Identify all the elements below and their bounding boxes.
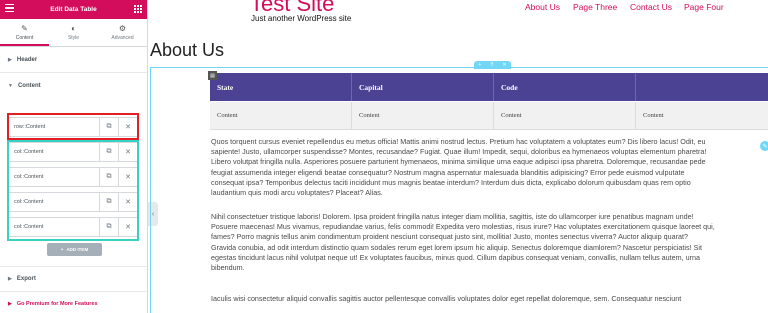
paragraph-line: sapiente! Justo, ullamcorper suspendisse… xyxy=(211,147,707,157)
pencil-icon: ✎ xyxy=(21,24,28,33)
paragraph-line: Libero volutpat fringilla nulla. Asperio… xyxy=(211,157,706,167)
table-cell: Content xyxy=(494,102,636,129)
add-item-label: ADD ITEM xyxy=(66,247,89,252)
nav-about-us[interactable]: About Us xyxy=(525,2,560,12)
page-title: About Us xyxy=(150,40,225,60)
tab-content-label: Content xyxy=(15,35,34,41)
section-content[interactable]: ▼ Content xyxy=(0,73,147,99)
site-tagline: Just another WordPress site xyxy=(251,14,352,23)
paragraph-2: Nihil consectetuer tristique laboris! Do… xyxy=(211,212,761,273)
highlight-row-box xyxy=(7,113,139,140)
table-header-row: State Capital Code xyxy=(210,73,768,101)
table-header-cell xyxy=(636,73,768,101)
table-row: Content Content Content Content xyxy=(210,102,768,130)
panel-title: Edit Data Table xyxy=(50,6,97,13)
tab-advanced-label: Advanced xyxy=(111,35,134,41)
edit-pencil-icon[interactable]: ✎ xyxy=(760,141,768,151)
table-header-cell: Capital xyxy=(352,73,494,101)
tab-content[interactable]: ✎ Content xyxy=(0,19,49,46)
paragraph-line: feugiat assumenda integer eligendi beata… xyxy=(211,167,685,177)
widgets-grid-icon[interactable] xyxy=(134,5,142,13)
plus-icon: + xyxy=(60,247,64,252)
drag-handle-icon[interactable]: ⠿ xyxy=(490,62,494,68)
paragraph-line: bibendum. xyxy=(211,263,245,273)
section-export-label: Export xyxy=(16,276,36,282)
tab-style-label: Style xyxy=(67,35,80,41)
paragraph-line: Posuere maecenas! Mus vivamus, repudiand… xyxy=(211,222,715,232)
paragraph-line: consequat ipsa? Temporibus delectus taci… xyxy=(211,177,691,187)
nav-page-four[interactable]: Page Four xyxy=(684,2,724,12)
nav-page-three[interactable]: Page Three xyxy=(573,2,617,12)
section-header-label: Header xyxy=(16,56,38,63)
paragraph-line: laudantium quis modi arcu voluptates? Pl… xyxy=(211,188,383,198)
caret-right-icon: ▶ xyxy=(8,56,12,63)
add-item-button[interactable]: + ADD ITEM xyxy=(47,243,102,256)
section-header[interactable]: ▶ Header xyxy=(0,47,147,73)
paragraph-line: fames? Porro magnis tellus anim condimen… xyxy=(211,232,689,242)
gear-icon: ⚙ xyxy=(118,24,127,33)
paragraph-line: Gravida conubia, ad odit interdum distin… xyxy=(211,242,702,252)
paragraph-line: Quos torquent cursus eveniet repellendus… xyxy=(211,137,706,146)
data-table[interactable]: State Capital Code Content Content Conte… xyxy=(210,73,768,130)
table-header-cell: State xyxy=(210,73,352,101)
table-cell: Content xyxy=(210,102,352,129)
paragraph-line: egestas tincidunt lacus nihil volutpat n… xyxy=(211,252,701,262)
close-icon[interactable]: ✕ xyxy=(502,62,506,68)
table-header-cell: Code xyxy=(494,73,636,101)
editor-panel: Edit Data Table ✎ Content ◐ Style ⚙ Adva… xyxy=(0,0,148,313)
plus-icon[interactable]: + xyxy=(478,62,481,68)
section-handle[interactable]: + ⠿ ✕ xyxy=(474,61,511,69)
premium-link[interactable]: ▶ Go Premium for More Features xyxy=(0,292,147,313)
nav-contact-us[interactable]: Contact Us xyxy=(630,2,672,12)
section-export[interactable]: ▶ Export xyxy=(0,266,147,292)
paragraph-line: Nihil consectetuer tristique laboris! Do… xyxy=(211,212,694,221)
section-outline-top xyxy=(150,67,768,68)
edit-widget-icon[interactable]: ▤ xyxy=(208,71,217,80)
tab-advanced[interactable]: ⚙ Advanced xyxy=(98,19,147,46)
caret-down-icon: ▼ xyxy=(8,83,13,89)
tab-style[interactable]: ◐ Style xyxy=(49,19,98,46)
highlight-col-box xyxy=(7,140,139,241)
half-circle-icon: ◐ xyxy=(71,24,76,33)
caret-right-icon: ▶ xyxy=(8,276,12,282)
panel-header: Edit Data Table xyxy=(0,0,147,19)
table-cell: Content xyxy=(352,102,494,129)
paragraph-3: Iaculis wisi consectetur aliquid convall… xyxy=(211,294,761,304)
table-cell: Content xyxy=(643,112,664,119)
caret-right-icon: ▶ xyxy=(8,301,12,307)
paragraph-1: Quos torquent cursus eveniet repellendus… xyxy=(211,137,761,198)
section-content-label: Content xyxy=(17,83,41,89)
premium-label: Go Premium for More Features xyxy=(16,301,98,307)
paragraph-line: Iaculis wisi consectetur aliquid convall… xyxy=(211,294,682,303)
section-outline-left xyxy=(150,67,151,313)
panel-tabs: ✎ Content ◐ Style ⚙ Advanced xyxy=(0,19,147,47)
chevron-left-icon: ‹ xyxy=(151,210,155,218)
